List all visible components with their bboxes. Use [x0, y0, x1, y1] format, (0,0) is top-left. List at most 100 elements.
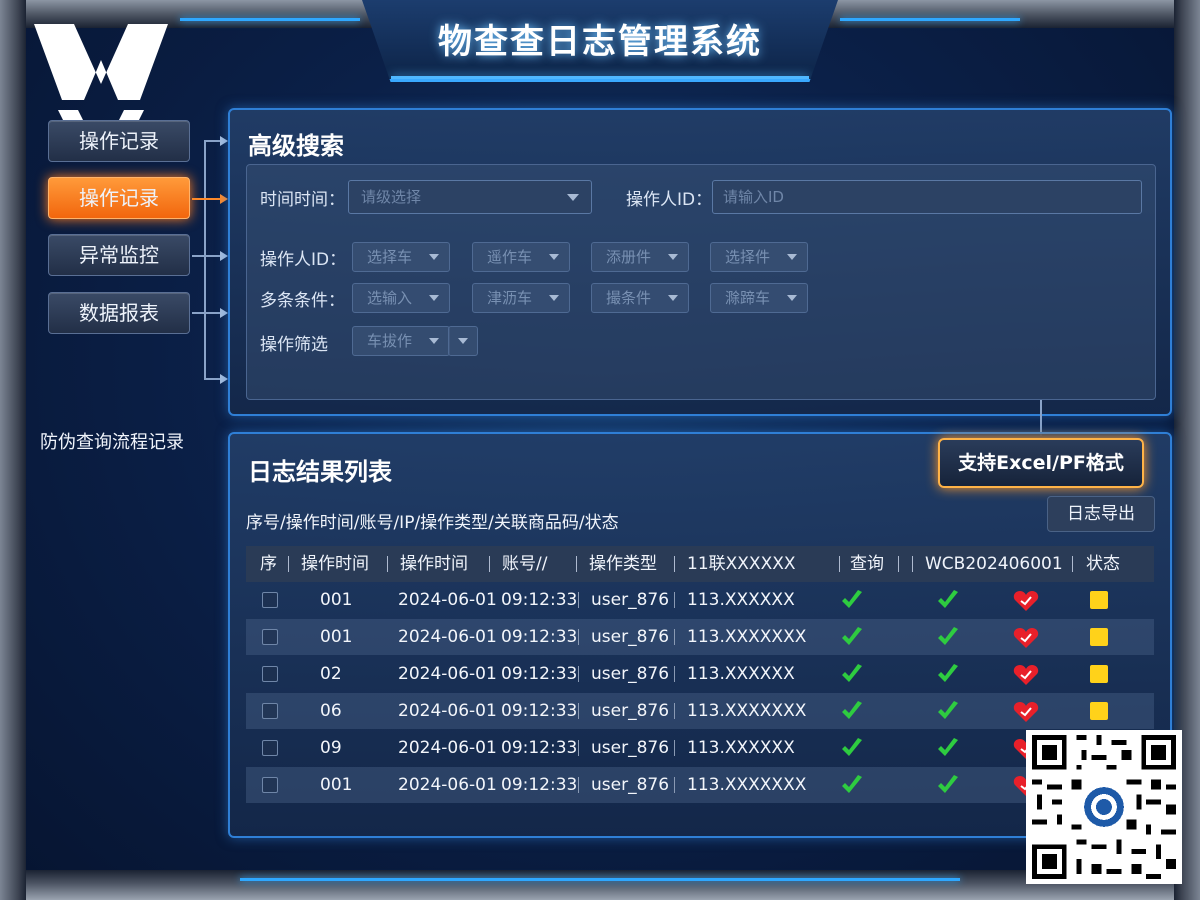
column-header: 查询 — [850, 554, 884, 574]
row-checkbox[interactable] — [262, 629, 278, 645]
frame-glow — [840, 18, 1020, 21]
filter-chip[interactable]: 撮条件 — [591, 283, 689, 313]
cell-date: 2024-06-01 — [398, 775, 497, 795]
cell-time: 09:12:33 — [501, 701, 578, 721]
check-icon — [938, 590, 958, 608]
frame-glow — [180, 18, 360, 21]
cell-time: 09:12:33 — [501, 590, 578, 610]
status-square-icon — [1090, 702, 1108, 720]
cell-account: user_876 — [591, 701, 670, 721]
column-divider — [1072, 556, 1073, 572]
cell-divider — [674, 777, 675, 793]
time-select[interactable]: 请级选择 — [348, 180, 592, 214]
cell-divider — [674, 666, 675, 682]
column-divider — [489, 556, 490, 572]
filter-chip[interactable]: 添册件 — [591, 242, 689, 272]
cell-date: 2024-06-01 — [398, 701, 497, 721]
cell-divider — [578, 629, 579, 645]
sidebar-item-data-report[interactable]: 数据报表 — [48, 292, 190, 334]
cell-seq: 001 — [320, 590, 353, 610]
filter-chip[interactable]: 车拔作 — [352, 326, 450, 356]
filter-chip[interactable]: 选择件 — [710, 242, 808, 272]
log-export-button[interactable]: 日志导出 — [1047, 496, 1155, 532]
sidebar-item-operation-log-active[interactable]: 操作记录 — [48, 177, 190, 219]
row-checkbox[interactable] — [262, 666, 278, 682]
check-icon — [938, 701, 958, 719]
column-divider — [898, 556, 899, 572]
cell-ip: 113.XXXXXX — [687, 664, 795, 684]
column-header: 11联XXXXXX — [687, 554, 796, 574]
check-icon — [842, 590, 862, 608]
column-header: 序 — [260, 554, 277, 574]
caret-down-icon — [549, 254, 559, 260]
filter-row-label: 操作人ID： — [260, 250, 347, 270]
advanced-search-title: 高级搜索 — [248, 132, 344, 160]
arrow-right-icon — [220, 136, 228, 146]
column-header: 操作时间 — [301, 554, 369, 574]
operator-id-input[interactable]: 请输入ID — [712, 180, 1142, 214]
filter-chip-label: 车拔作 — [367, 332, 413, 350]
cell-date: 2024-06-01 — [398, 627, 497, 647]
log-results-title: 日志结果列表 — [248, 458, 392, 486]
status-square-icon — [1090, 665, 1108, 683]
row-checkbox[interactable] — [262, 740, 278, 756]
cell-date: 2024-06-01 — [398, 738, 497, 758]
filter-chip[interactable]: 选输入 — [352, 283, 450, 313]
column-divider — [387, 556, 388, 572]
status-square-icon — [1090, 591, 1108, 609]
cell-seq: 06 — [320, 701, 342, 721]
app-title: 物查查日志管理系统 — [438, 22, 762, 62]
cell-date: 2024-06-01 — [398, 590, 497, 610]
row-checkbox[interactable] — [262, 703, 278, 719]
column-divider — [576, 556, 577, 572]
filter-chip-label: 选择件 — [725, 248, 771, 266]
caret-down-icon — [458, 338, 468, 344]
caret-down-icon — [787, 254, 797, 260]
operator-id-label: 操作人ID： — [626, 190, 713, 210]
filter-chip-label: 选择车 — [367, 248, 413, 266]
table-header: 序 操作时间 操作时间 账号// 操作类型 11联XXXXXX 查询 WCB20… — [246, 546, 1154, 582]
cell-account: user_876 — [591, 775, 670, 795]
column-divider — [288, 556, 289, 572]
check-icon — [842, 664, 862, 682]
filter-chip[interactable]: 津沥车 — [472, 283, 570, 313]
row-checkbox[interactable] — [262, 592, 278, 608]
cell-seq: 02 — [320, 664, 342, 684]
caret-down-icon — [429, 295, 439, 301]
filter-chip[interactable]: 遥作车 — [472, 242, 570, 272]
filter-chip-label: 滁蹄车 — [725, 289, 771, 307]
connector-line — [1040, 400, 1042, 436]
cell-account: user_876 — [591, 664, 670, 684]
cell-divider — [578, 777, 579, 793]
cell-divider — [674, 703, 675, 719]
column-divider — [912, 556, 913, 572]
cell-ip: 113.XXXXXX — [687, 738, 795, 758]
cell-time: 09:12:33 — [501, 664, 578, 684]
filter-chip-label: 撮条件 — [606, 289, 652, 307]
column-header: WCB202406001 — [925, 554, 1063, 574]
dropdown-toggle[interactable] — [448, 326, 478, 356]
cell-divider — [578, 740, 579, 756]
cell-divider — [578, 703, 579, 719]
cell-divider — [674, 592, 675, 608]
filter-chip[interactable]: 滁蹄车 — [710, 283, 808, 313]
sidebar-item-anomaly-monitor[interactable]: 异常监控 — [48, 234, 190, 276]
arrow-right-icon — [220, 251, 228, 261]
qr-code — [1026, 730, 1182, 884]
frame-glow — [240, 878, 960, 881]
filter-chip[interactable]: 选择车 — [352, 242, 450, 272]
cell-divider — [674, 629, 675, 645]
column-header: 账号// — [502, 554, 548, 574]
caret-down-icon — [567, 194, 579, 201]
check-icon — [938, 664, 958, 682]
caret-down-icon — [668, 254, 678, 260]
cell-divider — [674, 740, 675, 756]
status-square-icon — [1090, 628, 1108, 646]
cell-ip: 113.XXXXXXX — [687, 701, 807, 721]
row-checkbox[interactable] — [262, 777, 278, 793]
heart-icon — [1013, 702, 1039, 722]
sidebar-item-operation-log[interactable]: 操作记录 — [48, 120, 190, 162]
fields-description: 序号/操作时间/账号/IP/操作类型/关联商品码/状态 — [246, 513, 619, 533]
excel-format-button[interactable]: 支持Excel/PF格式 — [938, 438, 1144, 488]
caret-down-icon — [787, 295, 797, 301]
